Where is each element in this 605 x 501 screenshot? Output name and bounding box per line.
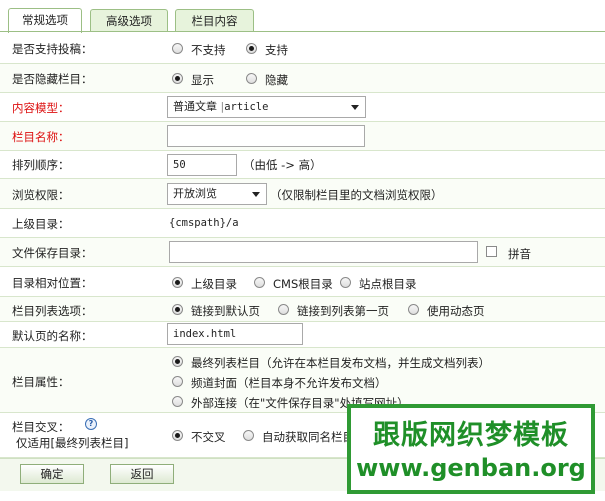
parent-directory-label: 上级目录：	[12, 217, 70, 231]
browse-permission-hint: （仅限制栏目里的文档浏览权限）	[270, 188, 443, 202]
allow-submit-label: 是否支持投稿：	[12, 42, 93, 56]
parent-dir-option-label: 上级目录	[191, 277, 237, 291]
ok-button[interactable]: 确定	[20, 464, 84, 484]
save-directory-label: 文件保存目录：	[12, 246, 93, 260]
watermark: 跟版网织梦模板 www.genban.org	[347, 404, 595, 494]
channel-cover-label: 频道封面（栏目本身不允许发布文档）	[191, 376, 387, 390]
cms-root-option-label: CMS根目录	[273, 277, 333, 291]
hide-column-option-label: 隐藏	[265, 73, 288, 87]
browse-permission-label: 浏览权限：	[12, 188, 70, 202]
radio-parent-dir[interactable]	[172, 277, 183, 288]
cross-column-sublabel: 仅适用[最终列表栏目]	[16, 436, 129, 450]
show-column-label: 显示	[191, 73, 214, 87]
tab-column-content[interactable]: 栏目内容	[175, 9, 254, 32]
row-hide-column: 是否隐藏栏目： 显示 隐藏	[0, 64, 605, 93]
hide-column-label: 是否隐藏栏目：	[12, 72, 93, 86]
radio-no-cross[interactable]	[172, 430, 183, 441]
allow-submit-no-label: 不支持	[191, 43, 226, 57]
browse-permission-value: 开放浏览	[173, 187, 217, 200]
row-sort-order: 排列顺序： 50 （由低 -> 高）	[0, 151, 605, 179]
tab-general[interactable]: 常规选项	[8, 8, 82, 33]
row-save-directory: 文件保存目录： 拼音	[0, 238, 605, 267]
radio-link-default-page[interactable]	[172, 304, 183, 315]
column-name-label: 栏目名称：	[12, 130, 70, 144]
dynamic-page-label: 使用动态页	[427, 304, 485, 318]
back-button[interactable]: 返回	[110, 464, 174, 484]
row-relative-position: 目录相对位置： 上级目录 CMS根目录 站点根目录	[0, 267, 605, 297]
final-list-column-label: 最终列表栏目（允许在本栏目发布文档，并生成文档列表）	[191, 356, 490, 370]
default-page-input[interactable]: index.html	[167, 323, 303, 345]
relative-position-label: 目录相对位置：	[12, 276, 93, 290]
tab-bar: 常规选项 高级选项 栏目内容	[0, 0, 605, 33]
row-list-option: 栏目列表选项： 链接到默认页 链接到列表第一页 使用动态页	[0, 297, 605, 322]
pinyin-checkbox-label: 拼音	[508, 247, 531, 261]
radio-allow-submit-yes[interactable]	[246, 43, 257, 54]
auto-same-name-label: 自动获取同名栏目	[262, 430, 354, 444]
watermark-cn-text: 跟版网织梦模板	[373, 420, 569, 451]
radio-auto-same-name[interactable]	[243, 430, 254, 441]
radio-final-list-column[interactable]	[172, 356, 183, 367]
help-icon[interactable]: ?	[85, 418, 97, 430]
radio-external-link[interactable]	[172, 396, 183, 407]
sort-order-hint: （由低 -> 高）	[243, 158, 322, 172]
parent-directory-value: {cmspath}/a	[169, 217, 239, 229]
site-root-option-label: 站点根目录	[359, 277, 417, 291]
row-parent-directory: 上级目录： {cmspath}/a	[0, 209, 605, 238]
row-browse-permission: 浏览权限： 开放浏览 （仅限制栏目里的文档浏览权限）	[0, 179, 605, 209]
row-default-page: 默认页的名称： index.html	[0, 322, 605, 348]
sort-order-label: 排列顺序：	[12, 158, 70, 172]
pinyin-checkbox[interactable]	[486, 246, 497, 257]
content-model-select[interactable]: 普通文章 |article	[167, 96, 366, 118]
radio-dynamic-page[interactable]	[408, 304, 419, 315]
no-cross-label: 不交叉	[191, 430, 226, 444]
column-attribute-label: 栏目属性：	[12, 375, 70, 389]
radio-channel-cover[interactable]	[172, 376, 183, 387]
allow-submit-yes-label: 支持	[265, 43, 288, 57]
content-model-value-en: article	[224, 101, 269, 113]
radio-site-root[interactable]	[340, 277, 351, 288]
radio-hide-column[interactable]	[246, 73, 257, 84]
save-directory-input[interactable]	[169, 241, 478, 263]
radio-allow-submit-no[interactable]	[172, 43, 183, 54]
default-page-label: 默认页的名称：	[12, 329, 93, 343]
radio-link-first-list-page[interactable]	[278, 304, 289, 315]
content-model-value-cn: 普通文章	[173, 100, 217, 113]
radio-show-column[interactable]	[172, 73, 183, 84]
tab-advanced[interactable]: 高级选项	[90, 9, 168, 32]
link-first-list-page-label: 链接到列表第一页	[297, 304, 389, 318]
row-column-name: 栏目名称：	[0, 122, 605, 151]
radio-cms-root[interactable]	[254, 277, 265, 288]
browse-permission-select[interactable]: 开放浏览	[167, 183, 267, 205]
row-content-model: 内容模型： 普通文章 |article	[0, 93, 605, 122]
column-name-input[interactable]	[167, 125, 365, 147]
watermark-url-text: www.genban.org	[356, 454, 586, 482]
chevron-down-icon	[252, 192, 260, 197]
row-allow-submit: 是否支持投稿： 不支持 支持	[0, 32, 605, 64]
content-model-label: 内容模型：	[12, 101, 70, 115]
chevron-down-icon	[351, 105, 359, 110]
cross-column-label: 栏目交叉：	[12, 420, 70, 434]
link-default-page-label: 链接到默认页	[191, 304, 260, 318]
list-option-label: 栏目列表选项：	[12, 304, 93, 318]
sort-order-input[interactable]: 50	[167, 154, 237, 176]
